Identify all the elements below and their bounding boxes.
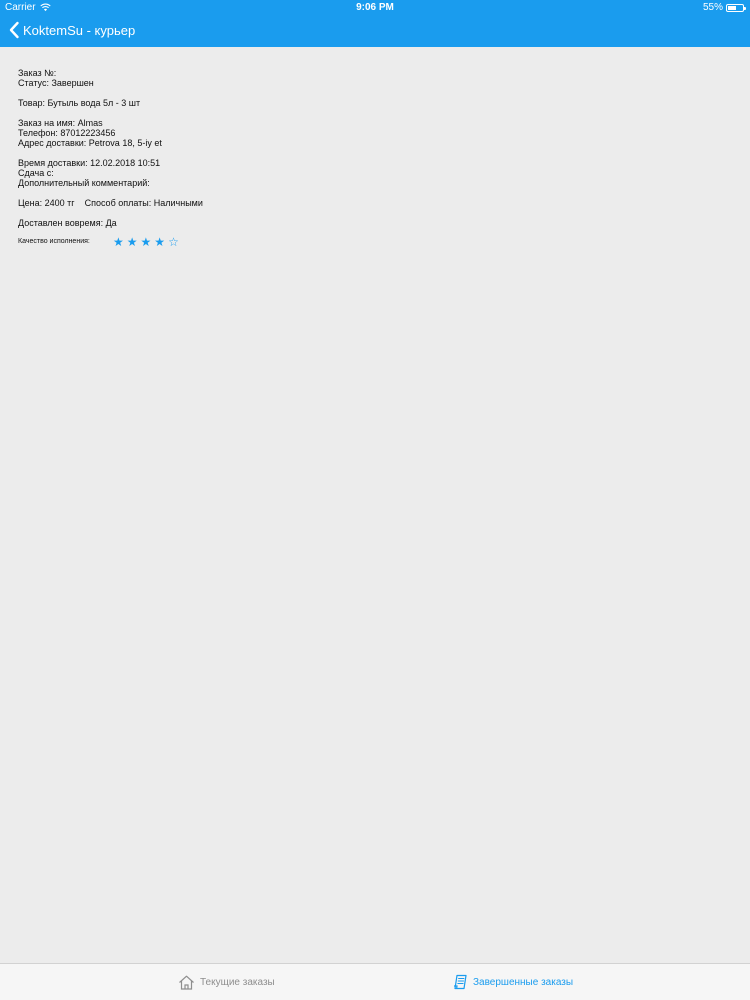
tab-completed-orders[interactable]: Завершенные заказы <box>453 964 573 1000</box>
star-empty-icon: ☆ <box>168 235 179 249</box>
top-bar: Carrier 9:06 PM 55% KoktemSu - курьер <box>0 0 750 47</box>
battery-fill <box>728 5 736 10</box>
order-price: Цена: 2400 тг <box>18 198 75 208</box>
order-status-group: Заказ №: Статус: Завершен <box>18 68 203 88</box>
tab-current-orders[interactable]: Текущие заказы <box>178 964 275 1000</box>
order-comment: Дополнительный комментарий: <box>18 178 150 188</box>
order-status: Статус: Завершен <box>18 78 94 88</box>
order-customer: Заказ на имя: Almas <box>18 118 103 128</box>
order-payment-group: Цена: 2400 тг Способ оплаты: Наличными <box>18 198 203 208</box>
back-button[interactable]: KoktemSu - курьер <box>8 21 135 39</box>
home-icon <box>179 975 194 990</box>
star-filled-icon: ★ <box>154 235 166 249</box>
rating-stars: ★ ★ ★ ★ ☆ <box>113 236 179 248</box>
nav-bar: KoktemSu - курьер <box>0 16 750 47</box>
order-payment-line: Цена: 2400 тг Способ оплаты: Наличными <box>18 198 203 208</box>
order-address: Адрес доставки: Petrova 18, 5-iy et <box>18 138 162 148</box>
order-details: Заказ №: Статус: Завершен Товар: Бутыль … <box>18 68 203 248</box>
order-delivery-time: Время доставки: 12.02.2018 10:51 <box>18 158 161 168</box>
star-filled-icon: ★ <box>113 235 124 249</box>
tab-completed-label: Завершенные заказы <box>473 976 574 988</box>
status-time: 9:06 PM <box>356 2 394 13</box>
document-list-icon <box>454 974 467 990</box>
star-filled-icon: ★ <box>126 235 138 249</box>
battery-percent: 55% <box>702 2 723 13</box>
order-change: Сдача с: <box>18 168 54 178</box>
quality-rating: Качество исполнения: ★ ★ ★ ★ ☆ <box>18 236 203 248</box>
order-product: Товар: Бутыль вода 5л - 3 шт <box>18 98 141 108</box>
status-bar: Carrier 9:06 PM 55% <box>0 0 750 16</box>
order-payment-method: Способ оплаты: Наличными <box>84 198 203 208</box>
tab-current-label: Текущие заказы <box>200 976 275 988</box>
order-on-time-group: Доставлен вовремя: Да <box>18 218 203 228</box>
screen: Carrier 9:06 PM 55% KoktemSu - курьер За… <box>0 0 750 1000</box>
order-number: Заказ №: <box>18 68 57 78</box>
order-customer-group: Заказ на имя: Almas Телефон: 87012223456… <box>18 118 203 148</box>
chevron-left-icon <box>9 21 19 39</box>
star-filled-icon: ★ <box>140 235 152 249</box>
order-on-time: Доставлен вовремя: Да <box>18 218 117 228</box>
quality-label: Качество исполнения: <box>18 238 90 245</box>
nav-back-title: KoktemSu - курьер <box>23 22 136 38</box>
order-delivery-group: Время доставки: 12.02.2018 10:51 Сдача с… <box>18 158 203 188</box>
order-product-group: Товар: Бутыль вода 5л - 3 шт <box>18 98 203 108</box>
order-phone: Телефон: 87012223456 <box>18 128 116 138</box>
battery-icon <box>726 3 746 12</box>
status-battery: 55% <box>702 2 746 13</box>
tab-bar: Текущие заказы Завершенные заказы <box>0 963 750 1000</box>
